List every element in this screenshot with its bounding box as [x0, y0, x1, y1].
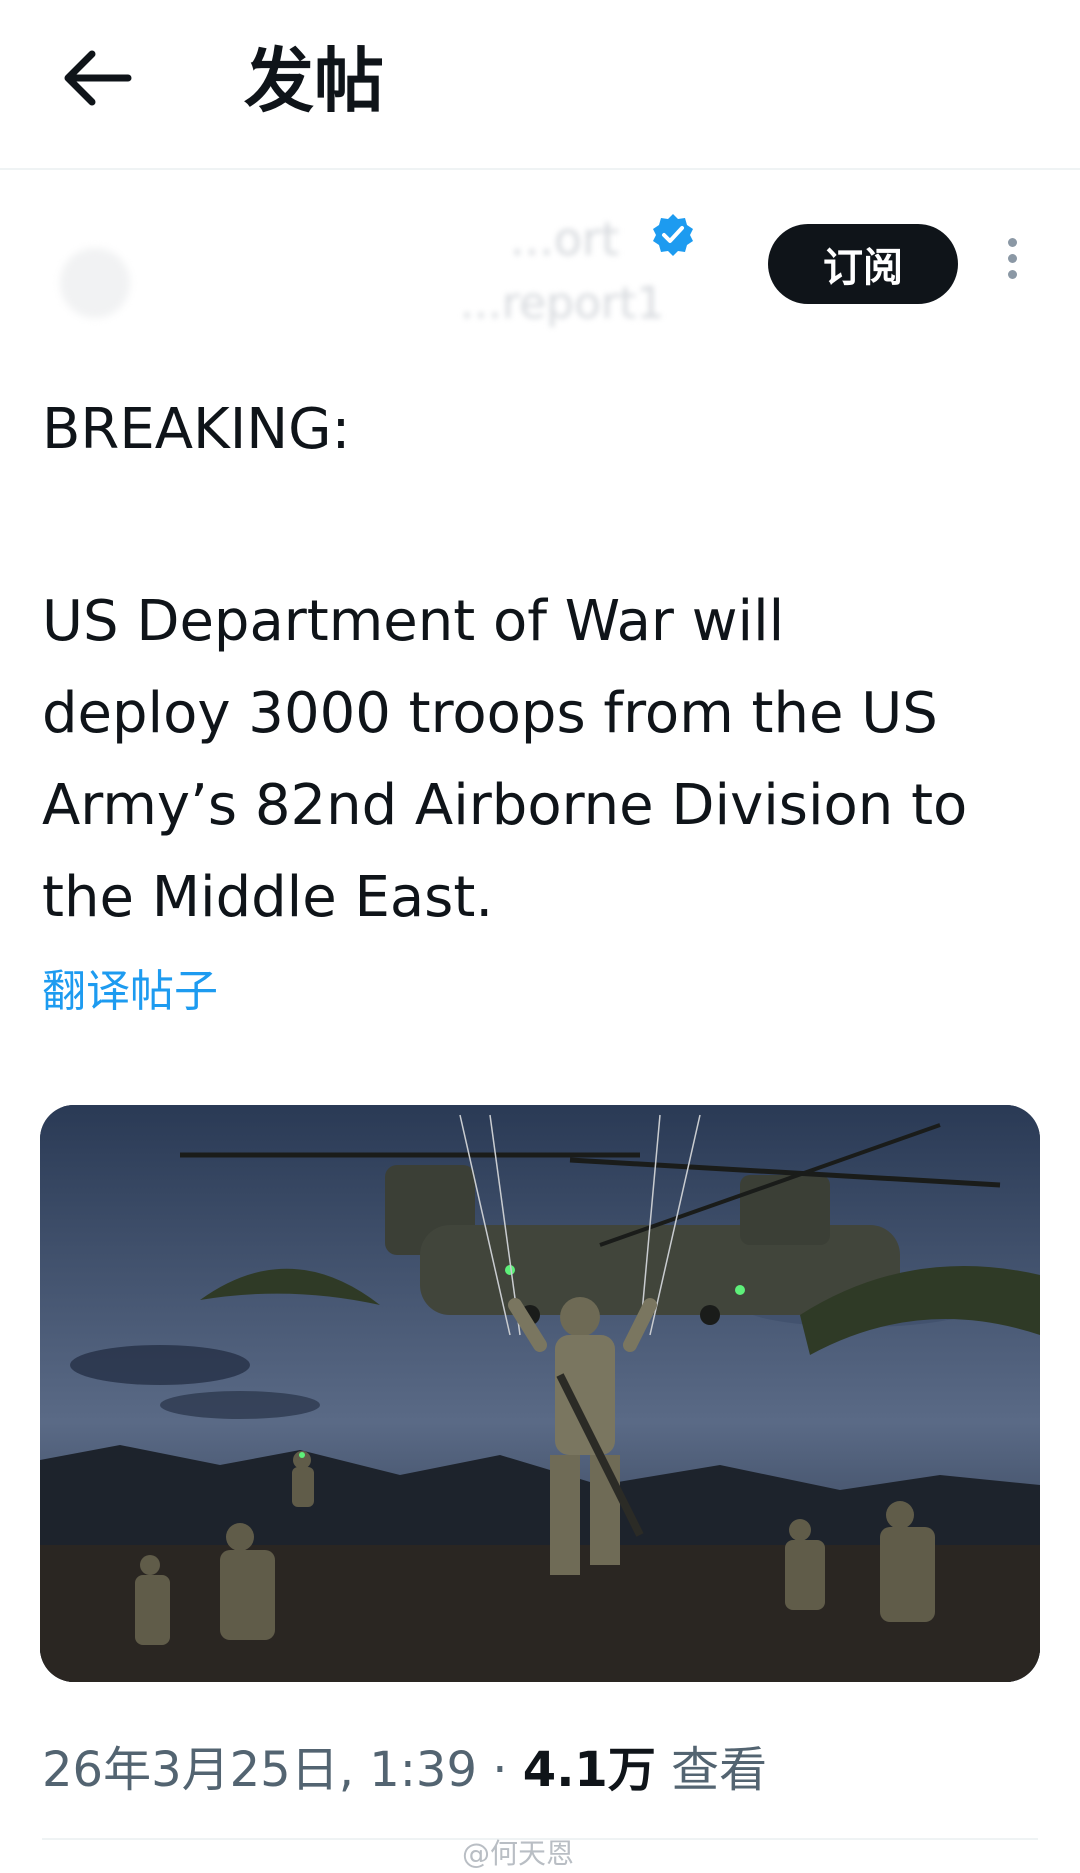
top-bar: 发帖 [0, 0, 1080, 170]
more-options-icon[interactable] [998, 238, 1026, 290]
author-name[interactable]: ...ort [510, 212, 619, 266]
post-text: BREAKING: US Department of War will depl… [42, 384, 1042, 944]
avatar[interactable] [60, 248, 130, 318]
post-image[interactable] [40, 1105, 1040, 1682]
post-date: 26年3月25日, 1:39 [42, 1742, 478, 1798]
meta-separator: · [477, 1742, 523, 1798]
page-title: 发帖 [244, 40, 384, 122]
views-label: 查看 [655, 1742, 768, 1798]
views-count: 4.1万 [522, 1742, 656, 1798]
verified-badge-icon [650, 212, 696, 258]
post-line-body: US Department of War will deploy 3000 tr… [42, 589, 968, 930]
back-arrow-icon[interactable] [58, 40, 138, 120]
post-line-breaking: BREAKING: [42, 397, 351, 462]
post-meta: 26年3月25日, 1:39 · 4.1万 查看 [42, 1730, 767, 1800]
subscribe-button[interactable]: 订阅 [768, 224, 958, 304]
translate-post-link[interactable]: 翻译帖子 [42, 955, 218, 1019]
watermark: @何天恩 [462, 1837, 575, 1870]
author-handle[interactable]: ...report1 [460, 278, 664, 329]
